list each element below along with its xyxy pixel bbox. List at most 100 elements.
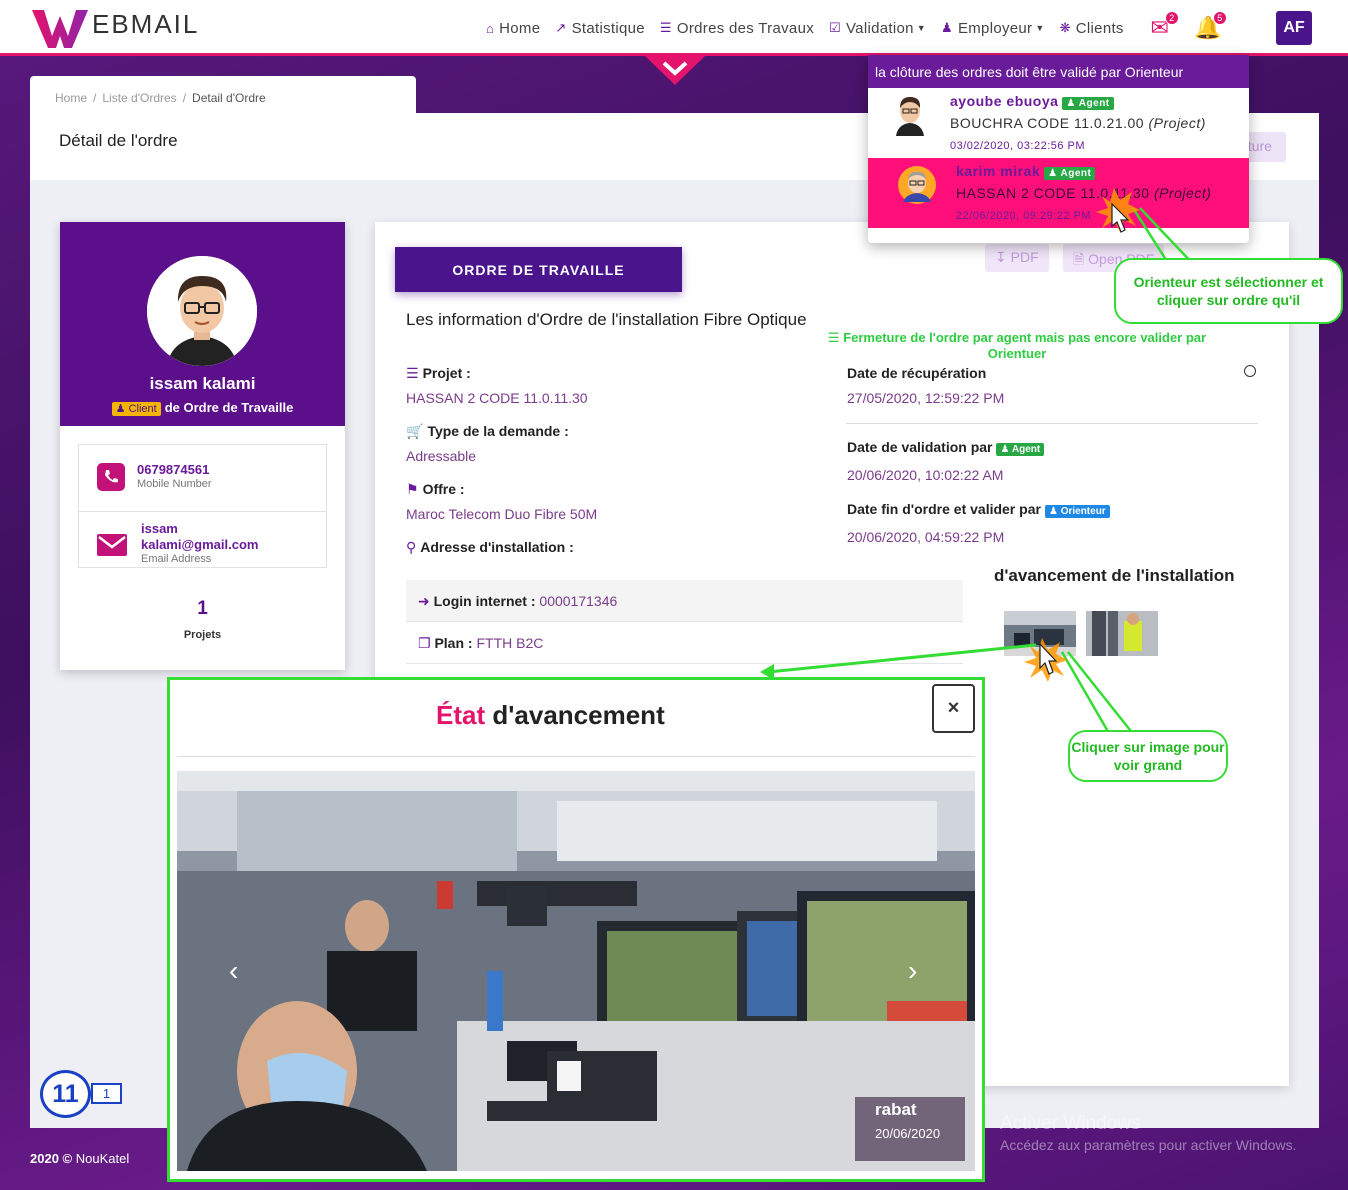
- email-line1[interactable]: issam: [141, 521, 178, 536]
- windows-activation-watermark: Activer Windows Accédez aux paramètres p…: [1000, 1113, 1296, 1153]
- date-valid-label: Date de validation par ♟ Agent: [847, 439, 1045, 456]
- agent-badge-label: Agent: [1060, 168, 1092, 179]
- adresse-label: ⚲ Adresse d'installation :: [406, 539, 574, 556]
- nav-ordres-travaux[interactable]: ☰ Ordres des Travaux: [660, 20, 814, 37]
- adresse-label-text: Adresse d'installation :: [420, 539, 574, 555]
- agent-badge-label: Agent: [1011, 444, 1041, 455]
- email-icon: [97, 532, 127, 560]
- phone-number[interactable]: 0679874561: [137, 462, 209, 477]
- chart-icon: ↗: [555, 20, 567, 35]
- next-arrow-icon[interactable]: ›: [908, 955, 917, 987]
- user-icon: ♟: [940, 20, 953, 35]
- progress-thumbnail-1[interactable]: [1004, 611, 1076, 656]
- prev-arrow-icon[interactable]: ‹: [229, 955, 238, 987]
- nav-ordres-label: Ordres des Travaux: [676, 19, 815, 37]
- caption-date: 20/06/2020: [875, 1126, 941, 1141]
- fermeture-note: ☰ Fermeture de l'ordre par agent mais pa…: [827, 330, 1207, 362]
- projet-value: HASSAN 2 CODE 11.0.11.30: [406, 390, 588, 406]
- modal-title-rest: d'avancement: [492, 700, 665, 730]
- client-profile-card: issam kalami ♟ Client de Ordre de Travail…: [60, 222, 345, 670]
- notification-sender: karim mirak ♟ Agent: [956, 163, 1096, 180]
- orienteur-badge: ♟ Orienteur: [1044, 505, 1110, 518]
- footer-year: 2020 ©: [30, 1151, 73, 1166]
- avatar: [894, 94, 926, 136]
- plan-value: FTTH B2C: [476, 635, 544, 651]
- callout-image: Cliquer sur image pour voir grand: [1068, 730, 1228, 782]
- logo[interactable]: EBMAIL: [30, 6, 199, 50]
- agent-badge: ♟ Agent: [996, 443, 1045, 456]
- mail-button[interactable]: ✉ 2: [1147, 11, 1179, 41]
- modal-close-button[interactable]: ×: [932, 684, 975, 733]
- nav-home-label: Home: [499, 19, 541, 37]
- logo-text: EBMAIL: [92, 8, 200, 39]
- projects-count: 1: [197, 598, 208, 619]
- login-label: Login internet :: [433, 593, 536, 609]
- divider: [177, 756, 975, 757]
- caret-down-icon: ▼: [1035, 23, 1045, 33]
- callout-orienteur: Orienteur est sélectionner et cliquer su…: [1114, 258, 1343, 324]
- notification-item-selected[interactable]: karim mirak ♟ Agent HASSAN 2 CODE 11.0.11…: [868, 158, 1249, 228]
- nav-employeur[interactable]: ♟ Employeur ▼: [941, 20, 1045, 37]
- windows-line2: Accédez aux paramètres pour activer Wind…: [1000, 1137, 1297, 1153]
- client-role-text: de Ordre de Travaille: [164, 400, 294, 415]
- caret-down-icon: ▼: [916, 23, 926, 33]
- check-square-icon: ☑: [829, 20, 841, 35]
- pdf-button[interactable]: ↧ PDF: [985, 244, 1049, 272]
- contact-box: 0679874561 Mobile Number issam kalami@gm…: [78, 444, 327, 568]
- footer: 2020 © NouKatel: [30, 1151, 129, 1166]
- notification-dropdown: la clôture des ordres doit être validé p…: [868, 55, 1249, 243]
- email-line2[interactable]: kalami@gmail.com: [141, 537, 258, 552]
- user-avatar[interactable]: AF: [1276, 11, 1312, 45]
- order-code: HASSAN 2 CODE 11.0.11.30: [956, 185, 1150, 201]
- avancement-title: d'avancement de l'installation: [994, 566, 1235, 585]
- client-role: ♟ Client de Ordre de Travaille: [60, 400, 345, 416]
- list-icon: ☰: [406, 365, 419, 381]
- sender-name: karim mirak: [956, 163, 1041, 179]
- login-row: ➜ Login internet : 0000171346: [406, 580, 963, 622]
- breadcrumb-home[interactable]: Home: [55, 91, 87, 105]
- nav-validation[interactable]: ☑ Validation ▼: [829, 20, 926, 37]
- page-title: Détail de l'ordre: [59, 131, 178, 150]
- notification-item[interactable]: ayoube ebuoya ♟ Agent BOUCHRA CODE 11.0.2…: [868, 88, 1249, 158]
- nav-employeur-label: Employeur: [957, 19, 1033, 37]
- divider: [846, 423, 1258, 424]
- avatar: [147, 256, 257, 366]
- progress-thumbnail-2[interactable]: [1086, 611, 1158, 656]
- avatar: [898, 166, 936, 208]
- nav-home[interactable]: ⌂ Home: [486, 20, 540, 37]
- offre-value: Maroc Telecom Duo Fibre 50M: [406, 506, 598, 522]
- agent-badge-label: Agent: [1078, 98, 1110, 109]
- client-badge: ♟ Client: [111, 402, 161, 416]
- date-fin-label: Date fin d'ordre et valider par ♟ Oriente…: [847, 501, 1110, 518]
- client-name: issam kalami: [149, 374, 256, 393]
- list-icon: ☰: [659, 20, 672, 35]
- date-recup-label: Date de récupération: [847, 365, 987, 381]
- breadcrumb-list[interactable]: Liste d'Ordres: [102, 91, 176, 105]
- order-code: BOUCHRA CODE 11.0.21.00: [950, 115, 1145, 131]
- file-icon: 🗎: [1073, 251, 1085, 267]
- type-value: Adressable: [406, 448, 477, 464]
- breadcrumb-current: Detail d'Ordre: [192, 91, 266, 105]
- nav-clients[interactable]: ❋ Clients: [1060, 20, 1124, 37]
- chevron-down-icon[interactable]: [644, 55, 706, 85]
- notification-button[interactable]: 🔔 5: [1194, 11, 1227, 41]
- date-valid-label-text: Date de validation par: [847, 439, 993, 455]
- offre-label-text: Offre :: [422, 481, 465, 497]
- nav-statistique[interactable]: ↗ Statistique: [555, 20, 645, 37]
- notification-order: BOUCHRA CODE 11.0.21.00 (Project): [950, 115, 1206, 131]
- modal-title-highlight: État: [436, 700, 486, 730]
- phone-icon: [97, 463, 125, 491]
- date-valid-value: 20/06/2020, 10:02:22 AM: [847, 467, 1004, 483]
- nav-statistique-label: Statistique: [571, 19, 645, 37]
- type-label-text: Type de la demande :: [427, 423, 569, 439]
- tab-ordre-travaille[interactable]: ORDRE DE TRAVAILLE: [395, 247, 682, 292]
- agent-badge: ♟ Agent: [1062, 97, 1114, 110]
- modal-title: État d'avancement: [436, 700, 665, 731]
- type-label: 🛒 Type de la demande :: [406, 423, 569, 440]
- logo-w-icon: [30, 6, 92, 50]
- pdf-label: PDF: [1010, 249, 1039, 265]
- step-number-small: 1: [91, 1083, 122, 1104]
- date-recup-value: 27/05/2020, 12:59:22 PM: [847, 390, 1005, 406]
- projects-label: Projets: [183, 629, 222, 641]
- nav-clients-label: Clients: [1075, 19, 1124, 37]
